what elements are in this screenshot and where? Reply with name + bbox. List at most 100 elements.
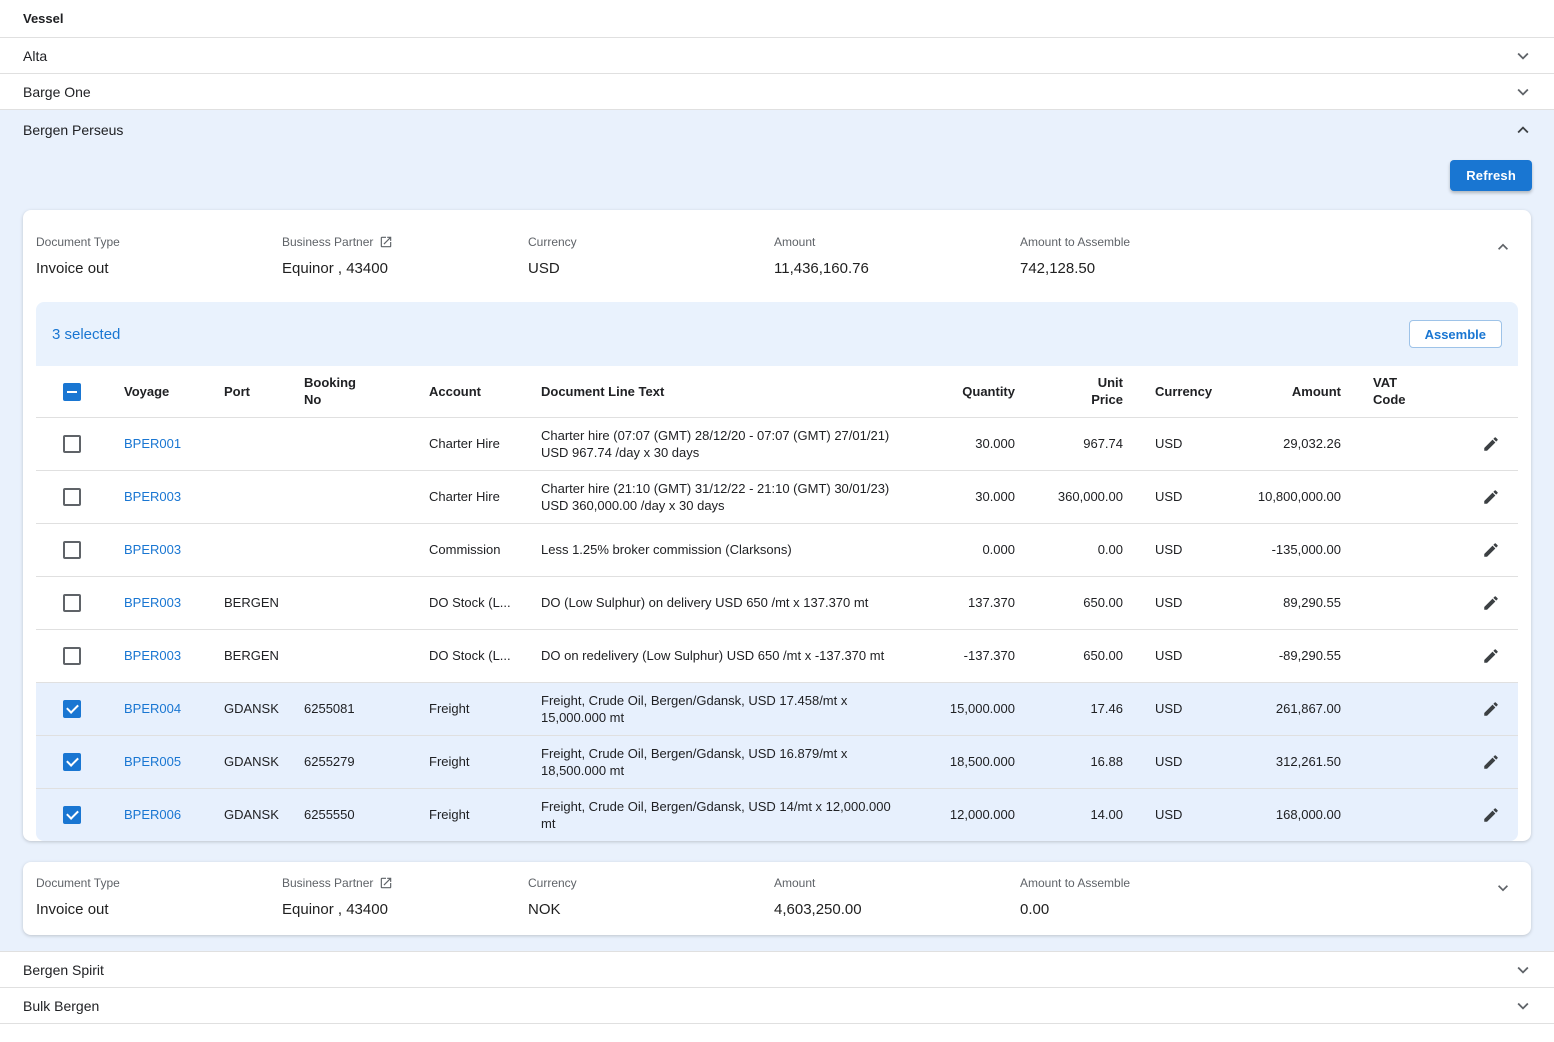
cell-vat_code xyxy=(1357,629,1462,682)
cell-vat_code xyxy=(1357,735,1462,788)
row-checkbox[interactable] xyxy=(63,700,81,718)
cell-quantity: 137.370 xyxy=(911,576,1031,629)
field-currency: Currency USD xyxy=(528,235,774,278)
table-row[interactable]: BPER006GDANSK6255550FreightFreight, Crud… xyxy=(36,788,1518,841)
cell-quantity: 30.000 xyxy=(911,470,1031,523)
column-header-port: Port xyxy=(224,384,250,399)
cell-line_text: Freight, Crude Oil, Bergen/Gdansk, USD 1… xyxy=(525,735,911,788)
table-row[interactable]: BPER004GDANSK6255081FreightFreight, Crud… xyxy=(36,682,1518,735)
cell-unit_price: 650.00 xyxy=(1031,576,1139,629)
field-document-type: Document Type Invoice out xyxy=(36,235,282,278)
column-header-unit_price: Unit Price xyxy=(1081,374,1123,408)
table-row[interactable]: BPER003BERGENDO Stock (L...DO (Low Sulph… xyxy=(36,576,1518,629)
cell-vat_code xyxy=(1357,417,1462,470)
field-amount: Amount 11,436,160.76 xyxy=(774,235,1020,278)
chevron-down-icon[interactable] xyxy=(1512,45,1534,67)
accordion-item-barge-one[interactable]: Barge One xyxy=(0,74,1554,110)
cell-unit_price: 650.00 xyxy=(1031,629,1139,682)
row-checkbox[interactable] xyxy=(63,594,81,612)
field-label-amount-to-assemble: Amount to Assemble xyxy=(1020,876,1266,890)
cell-voyage: BPER005 xyxy=(108,735,208,788)
chevron-up-icon[interactable] xyxy=(1512,119,1534,141)
selected-count: 3 selected xyxy=(52,326,120,343)
edit-line-button[interactable] xyxy=(1478,484,1504,510)
field-label-currency: Currency xyxy=(528,876,774,890)
cell-currency: USD xyxy=(1139,629,1229,682)
accordion-item-bergen-perseus[interactable]: Bergen Perseus xyxy=(0,110,1554,150)
cell-unit_price: 360,000.00 xyxy=(1031,470,1139,523)
voyage-link[interactable]: BPER005 xyxy=(124,754,181,769)
row-checkbox[interactable] xyxy=(63,541,81,559)
assemble-button[interactable]: Assemble xyxy=(1409,320,1502,348)
chevron-down-icon[interactable] xyxy=(1512,81,1534,103)
expand-card-button[interactable] xyxy=(1491,876,1515,900)
cell-voyage: BPER003 xyxy=(108,523,208,576)
cell-voyage: BPER004 xyxy=(108,682,208,735)
table-row[interactable]: BPER001Charter HireCharter hire (07:07 (… xyxy=(36,417,1518,470)
document-lines-table: VoyagePortBooking NoAccountDocument Line… xyxy=(36,366,1518,841)
chevron-down-icon[interactable] xyxy=(1512,959,1534,981)
voyage-link[interactable]: BPER003 xyxy=(124,489,181,504)
edit-line-button[interactable] xyxy=(1478,696,1504,722)
edit-line-button[interactable] xyxy=(1478,431,1504,457)
row-checkbox[interactable] xyxy=(63,435,81,453)
field-amount-to-assemble: Amount to Assemble 0.00 xyxy=(1020,876,1266,919)
cell-unit_price: 17.46 xyxy=(1031,682,1139,735)
row-checkbox[interactable] xyxy=(63,753,81,771)
pencil-icon xyxy=(1482,435,1500,453)
cell-port xyxy=(208,417,288,470)
row-checkbox[interactable] xyxy=(63,647,81,665)
table-row[interactable]: BPER003BERGENDO Stock (L...DO on redeliv… xyxy=(36,629,1518,682)
external-link-icon[interactable] xyxy=(379,876,393,890)
field-value-amount: 11,436,160.76 xyxy=(774,260,1020,278)
cell-voyage: BPER003 xyxy=(108,470,208,523)
cell-account: DO Stock (L... xyxy=(413,629,525,682)
edit-line-button[interactable] xyxy=(1478,749,1504,775)
voyage-link[interactable]: BPER004 xyxy=(124,701,181,716)
select-all-checkbox[interactable] xyxy=(63,383,81,401)
cell-currency: USD xyxy=(1139,682,1229,735)
accordion-label-barge-one: Barge One xyxy=(23,84,91,100)
pencil-icon xyxy=(1482,700,1500,718)
collapse-card-button[interactable] xyxy=(1491,235,1515,259)
accordion-label-bulk-bergen: Bulk Bergen xyxy=(23,998,99,1014)
table-header-row: VoyagePortBooking NoAccountDocument Line… xyxy=(36,366,1518,417)
cell-booking_no xyxy=(288,417,413,470)
accordion-item-bulk-bergen[interactable]: Bulk Bergen xyxy=(0,988,1554,1024)
voyage-link[interactable]: BPER001 xyxy=(124,436,181,451)
table-row[interactable]: BPER003Charter HireCharter hire (21:10 (… xyxy=(36,470,1518,523)
table-row[interactable]: BPER003CommissionLess 1.25% broker commi… xyxy=(36,523,1518,576)
cell-vat_code xyxy=(1357,523,1462,576)
edit-line-button[interactable] xyxy=(1478,537,1504,563)
chevron-down-icon[interactable] xyxy=(1512,995,1534,1017)
field-label-currency: Currency xyxy=(528,235,774,249)
cell-voyage: BPER006 xyxy=(108,788,208,841)
edit-line-button[interactable] xyxy=(1478,590,1504,616)
cell-currency: USD xyxy=(1139,470,1229,523)
invoice-summary-nok: Document Type Invoice out Business Partn… xyxy=(23,862,1531,935)
voyage-link[interactable]: BPER003 xyxy=(124,542,181,557)
cell-port xyxy=(208,523,288,576)
voyage-link[interactable]: BPER003 xyxy=(124,648,181,663)
cell-amount: 10,800,000.00 xyxy=(1229,470,1357,523)
cell-currency: USD xyxy=(1139,735,1229,788)
cell-quantity: 18,500.000 xyxy=(911,735,1031,788)
cell-currency: USD xyxy=(1139,576,1229,629)
edit-line-button[interactable] xyxy=(1478,643,1504,669)
pencil-icon xyxy=(1482,594,1500,612)
refresh-toolbar: Refresh xyxy=(0,150,1554,191)
accordion-item-alta[interactable]: Alta xyxy=(0,38,1554,74)
cell-amount: 168,000.00 xyxy=(1229,788,1357,841)
field-amount-to-assemble: Amount to Assemble 742,128.50 xyxy=(1020,235,1266,278)
accordion-item-bergen-spirit[interactable]: Bergen Spirit xyxy=(0,952,1554,988)
voyage-link[interactable]: BPER003 xyxy=(124,595,181,610)
external-link-icon[interactable] xyxy=(379,235,393,249)
table-row[interactable]: BPER005GDANSK6255279FreightFreight, Crud… xyxy=(36,735,1518,788)
pencil-icon xyxy=(1482,541,1500,559)
row-checkbox[interactable] xyxy=(63,806,81,824)
pencil-icon xyxy=(1482,753,1500,771)
edit-line-button[interactable] xyxy=(1478,802,1504,828)
voyage-link[interactable]: BPER006 xyxy=(124,807,181,822)
row-checkbox[interactable] xyxy=(63,488,81,506)
refresh-button[interactable]: Refresh xyxy=(1450,160,1532,191)
